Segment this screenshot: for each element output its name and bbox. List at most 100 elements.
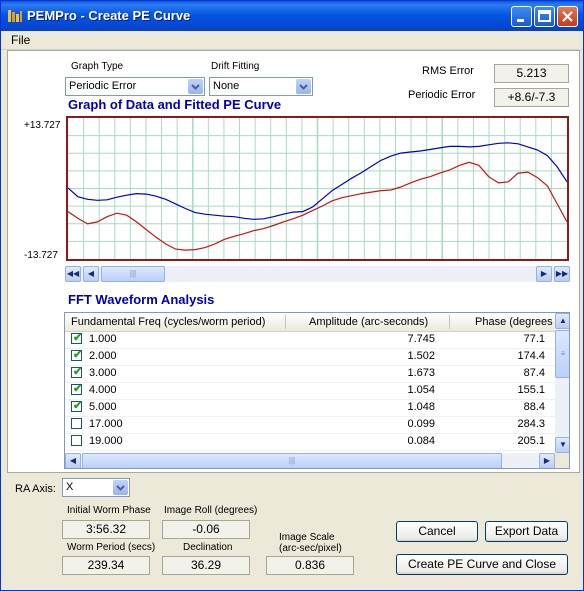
initial-worm-phase-label: Initial Worm Phase bbox=[67, 505, 151, 516]
periodic-error-value: +8.6/-7.3 bbox=[494, 88, 569, 107]
phase-cell: 155.1 bbox=[517, 384, 545, 396]
row-checkbox[interactable]: ✔ bbox=[71, 383, 83, 395]
col-amp-header[interactable]: Amplitude (arc-seconds) bbox=[309, 316, 428, 328]
fft-table[interactable]: Fundamental Freq (cycles/worm period) Am… bbox=[64, 312, 570, 469]
table-row[interactable]: ✔ 1.000 7.745 77.1 bbox=[65, 331, 555, 349]
periodic-error-label: Periodic Error bbox=[408, 89, 476, 101]
ra-axis-label: RA Axis: bbox=[15, 483, 56, 495]
drift-fitting-value: None bbox=[213, 80, 240, 92]
maximize-button[interactable] bbox=[534, 6, 555, 27]
worm-period-label: Worm Period (secs) bbox=[67, 542, 156, 553]
y-min-label: -13.727 bbox=[24, 250, 58, 261]
phase-cell: 77.1 bbox=[523, 333, 545, 345]
scroll-right-button[interactable]: ▶ bbox=[536, 266, 552, 282]
check-icon: ✔ bbox=[73, 366, 83, 378]
scroll-down-button[interactable]: ▼ bbox=[555, 437, 569, 453]
amp-cell: 1.054 bbox=[407, 384, 435, 396]
create-pe-curve-button[interactable]: Create PE Curve and Close bbox=[396, 554, 568, 575]
row-checkbox[interactable] bbox=[71, 435, 82, 446]
image-roll-label: Image Roll (degrees) bbox=[164, 505, 258, 516]
menu-file[interactable]: File bbox=[11, 33, 30, 47]
graph-title: Graph of Data and Fitted PE Curve bbox=[68, 97, 282, 112]
scroll-left-button[interactable]: ◀ bbox=[83, 266, 99, 282]
close-button[interactable] bbox=[557, 6, 578, 27]
table-row[interactable]: ✔ 4.000 1.054 155.1 bbox=[65, 382, 555, 400]
scroll-last-button[interactable]: ▶▶ bbox=[554, 266, 570, 282]
row-checkbox[interactable]: ✔ bbox=[71, 349, 83, 361]
drift-fitting-select[interactable]: None bbox=[209, 77, 313, 96]
worm-period-value: 239.34 bbox=[62, 556, 150, 575]
main-panel: Graph Type Periodic Error Drift Fitting … bbox=[7, 50, 580, 473]
column-divider[interactable] bbox=[285, 315, 286, 329]
ra-axis-select[interactable]: X bbox=[62, 478, 130, 497]
declination-value: 36.29 bbox=[162, 556, 250, 575]
phase-cell: 174.4 bbox=[517, 350, 545, 362]
fft-vscroll-thumb[interactable]: ≡ bbox=[555, 330, 569, 378]
image-scale-label: Image Scale bbox=[279, 532, 335, 543]
title-bar[interactable]: PEMPro - Create PE Curve bbox=[1, 1, 583, 31]
chevron-down-icon bbox=[188, 79, 203, 94]
row-checkbox[interactable] bbox=[71, 418, 82, 429]
check-icon: ✔ bbox=[73, 383, 83, 395]
check-icon: ✔ bbox=[73, 332, 83, 344]
image-scale-value: 0.836 bbox=[266, 556, 354, 575]
amp-cell: 7.745 bbox=[407, 333, 435, 345]
export-data-button[interactable]: Export Data bbox=[485, 521, 568, 542]
graph-scroll-thumb[interactable]: ||| bbox=[101, 266, 165, 282]
cancel-button[interactable]: Cancel bbox=[396, 521, 478, 542]
maximize-icon bbox=[538, 10, 551, 22]
ra-axis-value: X bbox=[66, 481, 74, 493]
graph-type-select[interactable]: Periodic Error bbox=[65, 77, 205, 96]
scroll-up-button[interactable]: ▲ bbox=[555, 313, 569, 329]
chevron-down-icon bbox=[296, 79, 311, 94]
scroll-first-button[interactable]: ◀◀ bbox=[65, 266, 81, 282]
phase-cell: 205.1 bbox=[517, 435, 545, 447]
rms-error-value: 5.213 bbox=[494, 64, 569, 83]
declination-label: Declination bbox=[183, 542, 233, 553]
freq-cell: 4.000 bbox=[89, 384, 117, 396]
col-phase-header[interactable]: Phase (degrees bbox=[475, 316, 553, 328]
freq-cell: 17.000 bbox=[89, 418, 123, 430]
table-row[interactable]: 17.000 0.099 284.3 bbox=[65, 416, 555, 434]
amp-cell: 1.502 bbox=[407, 350, 435, 362]
minimize-button[interactable] bbox=[511, 6, 532, 27]
table-row[interactable]: ✔ 3.000 1.673 87.4 bbox=[65, 365, 555, 383]
fft-hscroll-thumb[interactable]: ||| bbox=[82, 453, 502, 468]
table-row[interactable]: ✔ 2.000 1.502 174.4 bbox=[65, 348, 555, 366]
phase-cell: 284.3 bbox=[517, 418, 545, 430]
y-max-label: +13.727 bbox=[24, 120, 61, 131]
graph-scrollbar[interactable]: ◀◀ ◀ ||| ▶ ▶▶ bbox=[65, 266, 570, 282]
fft-horizontal-scrollbar[interactable]: ◀ ||| ▶ bbox=[65, 453, 555, 468]
initial-worm-phase-value: 3:56.32 bbox=[62, 520, 150, 539]
freq-cell: 5.000 bbox=[89, 401, 117, 413]
fft-vertical-scrollbar[interactable]: ▲ ≡ ▼ bbox=[555, 313, 569, 453]
graph-type-value: Periodic Error bbox=[69, 80, 137, 92]
phase-cell: 88.4 bbox=[523, 401, 545, 413]
row-checkbox[interactable]: ✔ bbox=[71, 332, 83, 344]
pe-graph-svg bbox=[67, 118, 568, 259]
check-icon: ✔ bbox=[73, 349, 83, 361]
pe-graph bbox=[66, 116, 569, 261]
row-checkbox[interactable]: ✔ bbox=[71, 366, 83, 378]
check-icon: ✔ bbox=[73, 400, 83, 412]
app-icon bbox=[8, 10, 22, 22]
close-icon bbox=[562, 11, 573, 22]
row-checkbox[interactable]: ✔ bbox=[71, 400, 83, 412]
scroll-left-button[interactable]: ◀ bbox=[65, 453, 81, 468]
fft-title: FFT Waveform Analysis bbox=[68, 292, 215, 307]
amp-cell: 1.673 bbox=[407, 367, 435, 379]
rms-error-label: RMS Error bbox=[422, 65, 474, 77]
window-title: PEMPro - Create PE Curve bbox=[27, 8, 191, 23]
freq-cell: 3.000 bbox=[89, 367, 117, 379]
chevron-down-icon bbox=[113, 480, 128, 495]
image-roll-value: -0.06 bbox=[162, 520, 250, 539]
freq-cell: 19.000 bbox=[89, 435, 123, 447]
scroll-right-button[interactable]: ▶ bbox=[539, 453, 555, 468]
menu-bar: File bbox=[1, 31, 583, 50]
fft-table-header: Fundamental Freq (cycles/worm period) Am… bbox=[65, 313, 555, 332]
column-divider[interactable] bbox=[449, 315, 450, 329]
col-freq-header[interactable]: Fundamental Freq (cycles/worm period) bbox=[71, 316, 265, 328]
table-row[interactable]: 19.000 0.084 205.1 bbox=[65, 433, 555, 451]
table-row[interactable]: ✔ 5.000 1.048 88.4 bbox=[65, 399, 555, 417]
minimize-icon bbox=[517, 19, 524, 22]
